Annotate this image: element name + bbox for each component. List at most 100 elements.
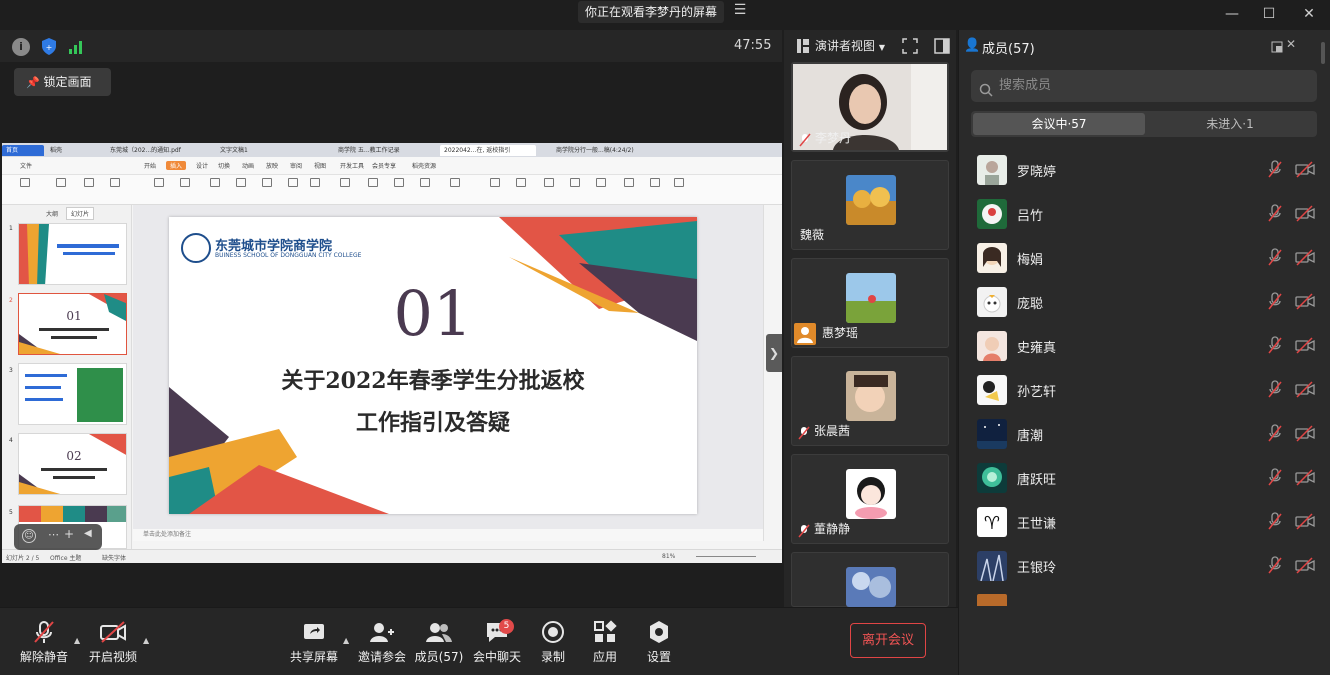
- member-row[interactable]: 庞聪: [968, 280, 1324, 324]
- start-video-button[interactable]: 开启视频: [83, 620, 143, 666]
- members-title: 成员(57): [982, 42, 1035, 57]
- member-name: 史雍真: [1017, 341, 1057, 356]
- popout-icon[interactable]: [1271, 38, 1283, 53]
- member-row[interactable]: 唐跃旺: [968, 456, 1324, 500]
- member-avatar: [977, 463, 1007, 493]
- share-screen-label: 共享屏幕: [289, 650, 338, 664]
- video-tile[interactable]: 张晨茜: [791, 356, 949, 446]
- tab-not-joined[interactable]: 未进入·1: [1145, 113, 1315, 135]
- close-panel-icon[interactable]: ✕: [1286, 37, 1296, 51]
- muted-mic-icon[interactable]: [1267, 380, 1283, 398]
- leave-meeting-button[interactable]: 离开会议: [850, 623, 926, 658]
- ribbon-button: [642, 178, 668, 202]
- member-row[interactable]: ♈ 王世谦: [968, 500, 1324, 544]
- camera-off-icon[interactable]: [1295, 468, 1315, 486]
- member-row[interactable]: 梅娟: [968, 236, 1324, 280]
- camera-off-icon[interactable]: [1295, 380, 1315, 398]
- ribbon-button: [146, 178, 172, 202]
- ribbon-button: [412, 178, 438, 202]
- video-options-caret[interactable]: ▲: [143, 636, 151, 645]
- member-avatar-partial: [977, 594, 1007, 606]
- muted-mic-icon[interactable]: [1267, 512, 1283, 530]
- collapse-left-icon[interactable]: ◀: [84, 528, 92, 539]
- maximize-button[interactable]: ☐: [1258, 4, 1280, 24]
- more-icon[interactable]: ⋯: [48, 528, 59, 541]
- wps-tab: 商学院 五...教工作记录: [338, 147, 400, 154]
- thumb-number: 5: [9, 509, 13, 516]
- camera-off-icon[interactable]: [1295, 248, 1315, 266]
- lock-view-button[interactable]: 📌 锁定画面: [14, 68, 111, 96]
- share-options-caret[interactable]: ▲: [343, 636, 351, 645]
- video-tile[interactable]: 董静静: [791, 454, 949, 544]
- muted-mic-icon[interactable]: [1267, 204, 1283, 222]
- members-button[interactable]: 成员(57): [409, 620, 469, 666]
- svg-text:02: 02: [66, 449, 81, 463]
- wps-menu-item: 开始: [144, 163, 157, 170]
- ribbon-button: [588, 178, 614, 202]
- member-row[interactable]: 唐潮: [968, 412, 1324, 456]
- muted-mic-icon[interactable]: [1267, 160, 1283, 178]
- chat-button[interactable]: 会中聊天: [467, 620, 527, 666]
- tab-in-meeting[interactable]: 会议中·57: [973, 113, 1145, 135]
- member-row[interactable]: 孙艺轩: [968, 368, 1324, 412]
- apps-button[interactable]: 应用: [575, 620, 635, 666]
- settings-button[interactable]: 设置: [629, 620, 689, 666]
- muted-mic-icon[interactable]: [1267, 336, 1283, 354]
- muted-mic-icon[interactable]: [1267, 292, 1283, 310]
- camera-off-icon[interactable]: [1295, 160, 1315, 178]
- search-icon: [979, 78, 993, 97]
- wps-menu-item: 审阅: [290, 163, 303, 170]
- missing-font: 缺失字体: [102, 555, 127, 562]
- video-tile[interactable]: [791, 552, 949, 607]
- members-scrollbar[interactable]: [1321, 42, 1325, 64]
- camera-off-icon[interactable]: [1295, 292, 1315, 310]
- audio-options-caret[interactable]: ▲: [74, 636, 82, 645]
- mic-off-icon: [34, 621, 54, 643]
- member-avatar: [977, 287, 1007, 317]
- muted-mic-icon[interactable]: [1267, 424, 1283, 442]
- member-row[interactable]: 史雍真: [968, 324, 1324, 368]
- camera-off-icon[interactable]: [1295, 512, 1315, 530]
- sidebar-toggle-icon[interactable]: [934, 38, 950, 54]
- fullscreen-icon[interactable]: [902, 38, 918, 54]
- video-tile-active-speaker[interactable]: 李梦丹: [791, 62, 949, 152]
- member-row[interactable]: 王银玲: [968, 544, 1324, 588]
- ribbon-button: [442, 178, 468, 202]
- camera-off-icon[interactable]: [1295, 424, 1315, 442]
- banner-menu-icon[interactable]: ☰: [730, 2, 750, 22]
- member-search-input[interactable]: 搜索成员: [971, 70, 1317, 102]
- member-row[interactable]: 罗晓婷: [968, 148, 1324, 192]
- video-tile[interactable]: 魏薇: [791, 160, 949, 250]
- collapse-sidebar-button[interactable]: ❯: [766, 334, 782, 372]
- screen-control-widget[interactable]: ☺ ⋯ + ◀: [14, 524, 102, 550]
- participant-avatar: [846, 273, 896, 323]
- participant-avatar: [846, 567, 896, 607]
- slide-thumbnail: [18, 363, 127, 425]
- close-button[interactable]: ✕: [1298, 4, 1320, 24]
- unmute-button[interactable]: 解除静音: [14, 620, 74, 666]
- svg-text:♈: ♈: [984, 513, 1000, 534]
- camera-off-icon[interactable]: [1295, 556, 1315, 574]
- add-icon[interactable]: +: [64, 527, 74, 541]
- wps-tab: 稻壳: [50, 147, 63, 154]
- emoji-icon[interactable]: ☺: [22, 529, 36, 543]
- video-tile[interactable]: 惠梦瑶: [791, 258, 949, 348]
- view-mode-dropdown[interactable]: 演讲者视图 ▼: [815, 37, 885, 54]
- slides-tab: 幻灯片: [66, 207, 95, 220]
- share-screen-button[interactable]: 共享屏幕: [284, 620, 344, 666]
- minimize-button[interactable]: —: [1221, 4, 1243, 24]
- info-icon[interactable]: i: [12, 38, 30, 56]
- member-avatar: [977, 551, 1007, 581]
- record-label: 录制: [540, 650, 565, 664]
- camera-off-icon[interactable]: [1295, 204, 1315, 222]
- muted-mic-icon[interactable]: [1267, 556, 1283, 574]
- invite-button[interactable]: 邀请参会: [352, 620, 412, 666]
- muted-mic-icon[interactable]: [1267, 468, 1283, 486]
- shield-icon[interactable]: +: [41, 37, 57, 56]
- camera-off-icon: [100, 621, 126, 643]
- muted-mic-icon[interactable]: [1267, 248, 1283, 266]
- member-row[interactable]: 吕竹: [968, 192, 1324, 236]
- camera-off-icon[interactable]: [1295, 336, 1315, 354]
- record-button[interactable]: 录制: [523, 620, 583, 666]
- ribbon-button: [12, 178, 38, 202]
